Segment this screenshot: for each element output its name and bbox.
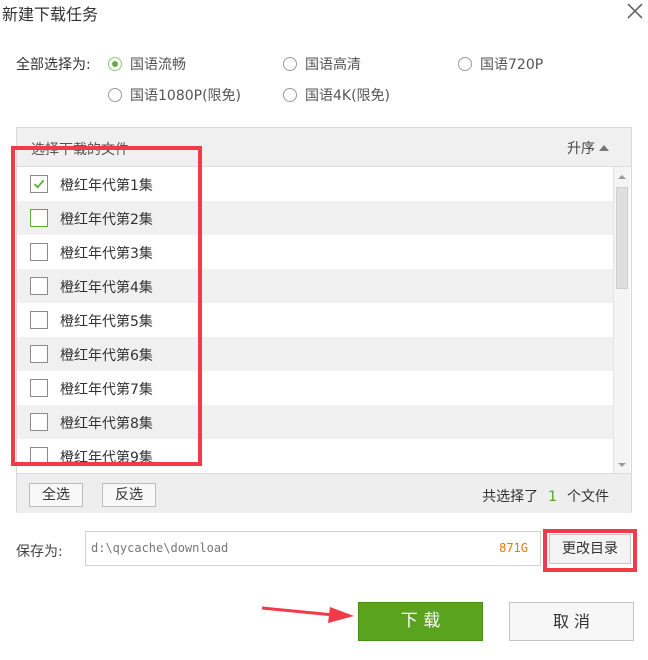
dialog-title: 新建下载任务: [2, 5, 99, 24]
list-item[interactable]: 橙红年代第9集: [17, 439, 613, 467]
quality-label: 全部选择为:: [16, 57, 91, 73]
radio-label: 国语4K(限免): [305, 88, 391, 104]
file-list-footer: 全选 反选 共选择了 1 个文件: [17, 473, 631, 513]
checkbox-icon[interactable]: [30, 311, 48, 329]
radio-icon: [458, 57, 472, 71]
close-icon[interactable]: [624, 0, 646, 22]
select-all-button[interactable]: 全选: [29, 483, 83, 507]
selection-count-number: 1: [548, 489, 557, 505]
save-label: 保存为:: [16, 544, 63, 560]
radio-quality-4k[interactable]: 国语4K(限免): [283, 85, 390, 105]
sort-ascending-icon: [599, 145, 609, 151]
radio-label: 国语流畅: [130, 57, 186, 73]
checkbox-checked-icon[interactable]: [30, 175, 48, 193]
list-item[interactable]: 橙红年代第7集: [17, 371, 613, 405]
title-bar: 新建下载任务: [0, 0, 648, 30]
list-item-label: 橙红年代第6集: [60, 348, 153, 364]
scroll-down-icon[interactable]: [614, 457, 630, 473]
download-button[interactable]: 下 载: [358, 602, 483, 641]
radio-label: 国语高清: [305, 57, 361, 73]
scroll-up-icon[interactable]: [614, 169, 630, 185]
file-list-header-label: 选择下载的文件: [31, 142, 129, 158]
file-list: 橙红年代第1集 橙红年代第2集 橙红年代第3集 橙红年代第4集 橙红年代第5集 …: [17, 167, 613, 467]
list-item[interactable]: 橙红年代第2集: [17, 201, 613, 235]
file-list-header: 选择下载的文件 升序: [17, 128, 631, 167]
free-space-value: 871G: [499, 541, 528, 555]
save-path-value: d:\qycache\download: [91, 541, 229, 555]
list-item-label: 橙红年代第1集: [60, 178, 153, 194]
radio-selected-icon: [108, 57, 122, 71]
invert-selection-button[interactable]: 反选: [102, 483, 156, 507]
scrollbar-thumb[interactable]: [616, 187, 628, 289]
sort-button[interactable]: 升序: [567, 138, 609, 158]
save-path-field[interactable]: d:\qycache\download 871G: [85, 531, 541, 566]
list-item-label: 橙红年代第9集: [60, 450, 153, 466]
list-item[interactable]: 橙红年代第4集: [17, 269, 613, 303]
checkbox-icon[interactable]: [30, 277, 48, 295]
radio-quality-720p[interactable]: 国语720P: [458, 54, 543, 74]
cancel-button[interactable]: 取 消: [509, 602, 634, 641]
sort-label: 升序: [567, 141, 595, 157]
checkbox-icon[interactable]: [30, 447, 48, 465]
file-list-panel: 选择下载的文件 升序 橙红年代第1集 橙红年代第2集 橙红年代第3集 橙红年代第…: [16, 127, 632, 513]
list-item-label: 橙红年代第5集: [60, 314, 153, 330]
selection-count-prefix: 共选择了: [482, 489, 539, 505]
list-item-label: 橙红年代第3集: [60, 246, 153, 262]
list-item[interactable]: 橙红年代第8集: [17, 405, 613, 439]
radio-quality-hd[interactable]: 国语高清: [283, 54, 361, 74]
list-item-label: 橙红年代第8集: [60, 416, 153, 432]
list-item-label: 橙红年代第2集: [60, 212, 153, 228]
list-item[interactable]: 橙红年代第6集: [17, 337, 613, 371]
list-item[interactable]: 橙红年代第1集: [17, 167, 613, 201]
radio-quality-smooth[interactable]: 国语流畅: [108, 54, 186, 74]
selection-count: 共选择了 1 个文件: [482, 486, 609, 506]
checkbox-icon[interactable]: [30, 345, 48, 363]
checkbox-icon[interactable]: [30, 379, 48, 397]
radio-label: 国语1080P(限免): [130, 88, 241, 104]
radio-icon: [283, 57, 297, 71]
checkbox-icon[interactable]: [30, 413, 48, 431]
list-item[interactable]: 橙红年代第3集: [17, 235, 613, 269]
list-item-label: 橙红年代第7集: [60, 382, 153, 398]
change-directory-button[interactable]: 更改目录: [549, 534, 631, 564]
annotation-arrow-icon: [261, 606, 354, 623]
checkbox-icon[interactable]: [30, 243, 48, 261]
radio-icon: [108, 88, 122, 102]
radio-quality-1080p[interactable]: 国语1080P(限免): [108, 85, 241, 105]
list-item[interactable]: 橙红年代第5集: [17, 303, 613, 337]
radio-icon: [283, 88, 297, 102]
radio-label: 国语720P: [480, 57, 544, 73]
list-item-label: 橙红年代第4集: [60, 280, 153, 296]
file-list-scrollbar[interactable]: [613, 167, 630, 473]
selection-count-suffix: 个文件: [567, 489, 609, 505]
checkbox-icon[interactable]: [30, 209, 48, 227]
